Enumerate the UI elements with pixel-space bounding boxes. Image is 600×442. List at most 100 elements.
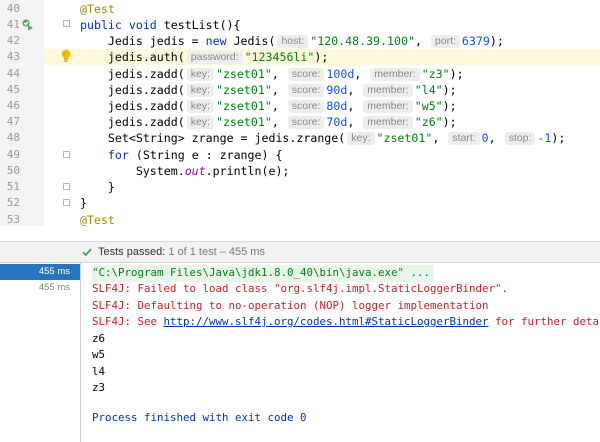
code-text: ); <box>314 50 329 64</box>
line-number: 40 <box>6 2 20 15</box>
fold-marker-icon[interactable] <box>63 20 70 27</box>
code-text: Jedis jedis = <box>80 34 206 48</box>
code-text: Set<String> zrange = jedis.zrange( <box>80 131 346 145</box>
parameter-hint: stop: <box>504 132 536 145</box>
test-status-bar: Tests passed: 1 of 1 test – 455 ms <box>0 241 600 263</box>
line-number: 41 <box>6 18 20 31</box>
line-number: 48 <box>6 131 20 144</box>
code-text: jedis.zadd( <box>80 83 185 97</box>
console-error-line: SLF4J: See http://www.slf4j.org/codes.ht… <box>92 314 600 331</box>
code-line: Jedis jedis = new Jedis(host: "120.48.39.… <box>80 33 504 49</box>
code-line: } <box>80 179 115 195</box>
number-literal: 70d <box>326 115 348 129</box>
parameter-hint: member: <box>363 84 413 97</box>
code-line: jedis.zadd(key: "zset01", score: 70d, memb… <box>80 115 457 129</box>
parameter-hint: host: <box>277 35 309 48</box>
string-literal: "zset01" <box>215 99 272 113</box>
number-literal: 0 <box>481 131 489 145</box>
line-number: 44 <box>6 67 20 80</box>
code-text: , <box>414 34 429 48</box>
parameter-hint: member: <box>363 116 413 129</box>
number-literal: 6379 <box>461 34 490 48</box>
console-command-line[interactable]: "C:\Program Files\Java\jdk1.8.0_40\bin\j… <box>92 265 435 282</box>
string-literal: "120.48.39.100" <box>310 34 415 48</box>
test-tree-row[interactable]: 455 ms <box>0 280 80 296</box>
code-text: ); <box>442 83 457 97</box>
code-text: Jedis( <box>226 34 276 48</box>
line-number: 47 <box>6 115 20 128</box>
code-text: ); <box>449 67 464 81</box>
line-number: 51 <box>6 180 20 193</box>
code-line: @Test <box>80 1 115 17</box>
code-text: jedis.zadd( <box>80 99 185 113</box>
code-text: System. <box>80 164 185 178</box>
console-error-line: SLF4J: Failed to load class "org.slf4j.i… <box>92 282 509 295</box>
run-test-icon[interactable] <box>22 19 34 31</box>
string-literal: "123456li" <box>244 50 315 64</box>
code-text: (String e : zrange) { <box>128 148 283 162</box>
keyword: for <box>80 148 129 162</box>
line-number: 49 <box>6 148 20 161</box>
string-literal: "w5" <box>414 99 443 113</box>
string-literal: "zset01" <box>215 115 272 129</box>
code-editor[interactable]: 40 41 42 43 44 45 46 47 48 49 50 51 52 5… <box>0 0 600 226</box>
line-number: 43 <box>6 50 20 63</box>
code-text: ); <box>442 99 457 113</box>
parameter-hint: start: <box>448 132 480 145</box>
code-line: } <box>80 195 87 211</box>
code-line: @Test <box>80 212 115 226</box>
line-number: 42 <box>6 34 20 47</box>
code-line: public void testList(){ <box>80 17 241 33</box>
parameter-hint: member: <box>370 68 420 81</box>
static-field: out <box>184 164 206 178</box>
code-text: ); <box>442 115 457 129</box>
parameter-hint: key: <box>347 132 375 145</box>
code-text: jedis.auth( <box>80 50 185 64</box>
code-text: .println(e); <box>205 164 290 178</box>
code-text: } <box>80 180 115 194</box>
parameter-hint: score: <box>287 84 325 97</box>
line-number: 46 <box>6 99 20 112</box>
string-literal: "z3" <box>421 67 450 81</box>
console-output-line: z6 <box>92 332 106 345</box>
slf4j-link[interactable]: http://www.slf4j.org/codes.html#StaticLo… <box>164 315 489 328</box>
fold-marker-icon[interactable] <box>63 199 70 206</box>
fold-marker-icon[interactable] <box>63 183 70 190</box>
code-line: jedis.zadd(key: "zset01", score: 100d, mem… <box>80 67 464 81</box>
string-literal: "zset01" <box>376 131 433 145</box>
console-output[interactable]: "C:\Program Files\Java\jdk1.8.0_40\bin\j… <box>81 263 600 442</box>
code-text: ); <box>489 34 504 48</box>
number-literal: 90d <box>326 83 348 97</box>
number-literal: -1 <box>537 131 552 145</box>
intention-bulb-icon[interactable] <box>60 49 72 63</box>
parameter-hint: password: <box>186 51 243 64</box>
code-text: ); <box>551 131 566 145</box>
code-text: jedis.zadd( <box>80 67 185 81</box>
string-literal: "zset01" <box>215 83 272 97</box>
fold-marker-icon[interactable] <box>63 151 70 158</box>
parameter-hint: score: <box>287 68 325 81</box>
console-error-line: SLF4J: Defaulting to no-operation (NOP) … <box>92 299 489 312</box>
console-text: for further details. <box>495 315 600 328</box>
parameter-hint: score: <box>287 100 325 113</box>
console-output-line: l4 <box>92 365 106 378</box>
test-passed-check-icon <box>82 248 92 257</box>
parameter-hint: score: <box>287 116 325 129</box>
code-line: System.out.println(e); <box>80 163 290 179</box>
string-literal: "zset01" <box>215 67 272 81</box>
line-number: 52 <box>6 196 20 209</box>
test-tree-row[interactable]: 455 ms <box>0 264 80 280</box>
annotation: @Test <box>80 2 115 16</box>
keyword: public void <box>80 18 157 32</box>
test-tree: 455 ms 455 ms <box>0 263 80 442</box>
parameter-hint: member: <box>363 100 413 113</box>
code-text: testList(){ <box>156 18 241 32</box>
line-number: 50 <box>6 164 20 177</box>
tests-passed-label: Tests passed: <box>98 246 166 258</box>
string-literal: "l4" <box>414 83 443 97</box>
console-output-line: w5 <box>92 348 106 361</box>
code-line: jedis.auth(password: "123456li"); <box>80 49 328 65</box>
code-line: jedis.zadd(key: "zset01", score: 90d, memb… <box>80 83 457 97</box>
number-literal: 80d <box>326 99 348 113</box>
parameter-hint: port: <box>430 35 460 48</box>
